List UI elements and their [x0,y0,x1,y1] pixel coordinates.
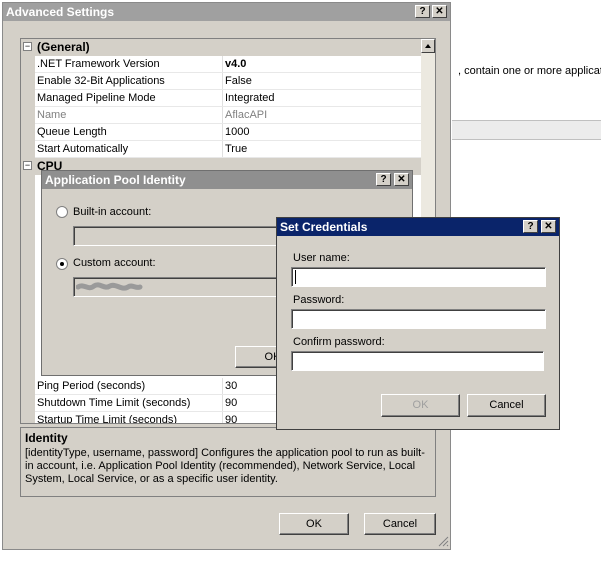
row-gutter [21,395,35,412]
confirm-password-label: Confirm password: [293,336,385,348]
identity-title: Application Pool Identity [45,173,186,187]
advanced-ok-button[interactable]: OK [279,513,349,535]
password-label: Password: [293,294,345,306]
property-value: AflacAPI [222,107,424,124]
property-name: Queue Length [37,126,107,138]
table-row[interactable]: Start Automatically True [21,141,421,158]
table-row[interactable]: .NET Framework Version v4.0 [21,56,421,73]
advanced-close-button[interactable]: ✕ [432,5,447,18]
credentials-title: Set Credentials [280,220,368,234]
credentials-cancel-button[interactable]: Cancel [467,394,546,417]
property-name: Start Automatically [37,143,129,155]
custom-account-label: Custom account: [73,257,156,269]
property-value[interactable]: Integrated [222,90,424,107]
resize-grip-icon[interactable] [436,534,450,548]
category-general-label: (General) [37,40,90,54]
credentials-ok-button[interactable]: OK [381,394,460,417]
property-value[interactable]: True [222,141,424,158]
table-row[interactable]: Queue Length 1000 [21,124,421,141]
property-name: .NET Framework Version [37,58,160,70]
identity-close-button[interactable]: ✕ [394,173,409,186]
property-value[interactable]: v4.0 [222,56,424,73]
property-name: Managed Pipeline Mode [37,92,156,104]
advanced-settings-titlebar[interactable]: Advanced Settings [3,3,450,21]
custom-account-radio[interactable] [56,258,68,270]
username-label: User name: [293,252,350,264]
row-gutter [21,56,35,73]
description-title: Identity [25,431,68,445]
background-header-band [452,120,601,140]
identity-help-button[interactable]: ? [376,173,391,186]
property-value[interactable]: 1000 [222,124,424,141]
property-name: Enable 32-Bit Applications [37,75,165,87]
table-row[interactable]: Managed Pipeline Mode Integrated [21,90,421,107]
property-value[interactable]: False [222,73,424,90]
advanced-help-button[interactable]: ? [415,5,430,18]
row-gutter [21,73,35,90]
credentials-help-button[interactable]: ? [523,220,538,233]
scroll-up-button[interactable] [421,39,435,53]
password-input[interactable] [291,309,546,329]
set-credentials-dialog: Set Credentials ? ✕ User name: Password:… [276,217,560,430]
description-text: [identityType, username, password] Confi… [25,447,425,485]
collapse-cpu-icon[interactable]: − [23,161,32,170]
table-row[interactable]: Enable 32-Bit Applications False [21,73,421,90]
credentials-titlebar[interactable]: Set Credentials [277,218,559,236]
builtin-account-radio[interactable] [56,206,68,218]
text-caret [295,270,296,284]
property-name: Startup Time Limit (seconds) [37,414,177,424]
confirm-password-input[interactable] [291,351,544,371]
row-gutter [21,90,35,107]
credentials-close-button[interactable]: ✕ [541,220,556,233]
advanced-settings-title: Advanced Settings [6,5,115,19]
username-input[interactable] [291,267,546,287]
row-gutter [21,378,35,395]
table-row[interactable]: Name AflacAPI [21,107,421,124]
identity-titlebar[interactable]: Application Pool Identity [42,171,412,189]
category-general[interactable]: − (General) [21,39,421,56]
arrow-up-icon [425,44,431,48]
advanced-cancel-button[interactable]: Cancel [364,513,436,535]
collapse-general-icon[interactable]: − [23,42,32,51]
property-name: Shutdown Time Limit (seconds) [37,397,191,409]
builtin-account-label: Built-in account: [73,206,152,218]
property-name: Ping Period (seconds) [37,380,146,392]
background-text: , contain one or more applicati [458,65,601,77]
row-gutter [21,412,35,423]
row-gutter [21,141,35,158]
row-gutter [21,124,35,141]
property-name: Name [37,109,67,121]
redacted-account-icon [76,282,143,291]
description-panel: Identity [identityType, username, passwo… [20,427,436,497]
row-gutter [21,107,35,124]
